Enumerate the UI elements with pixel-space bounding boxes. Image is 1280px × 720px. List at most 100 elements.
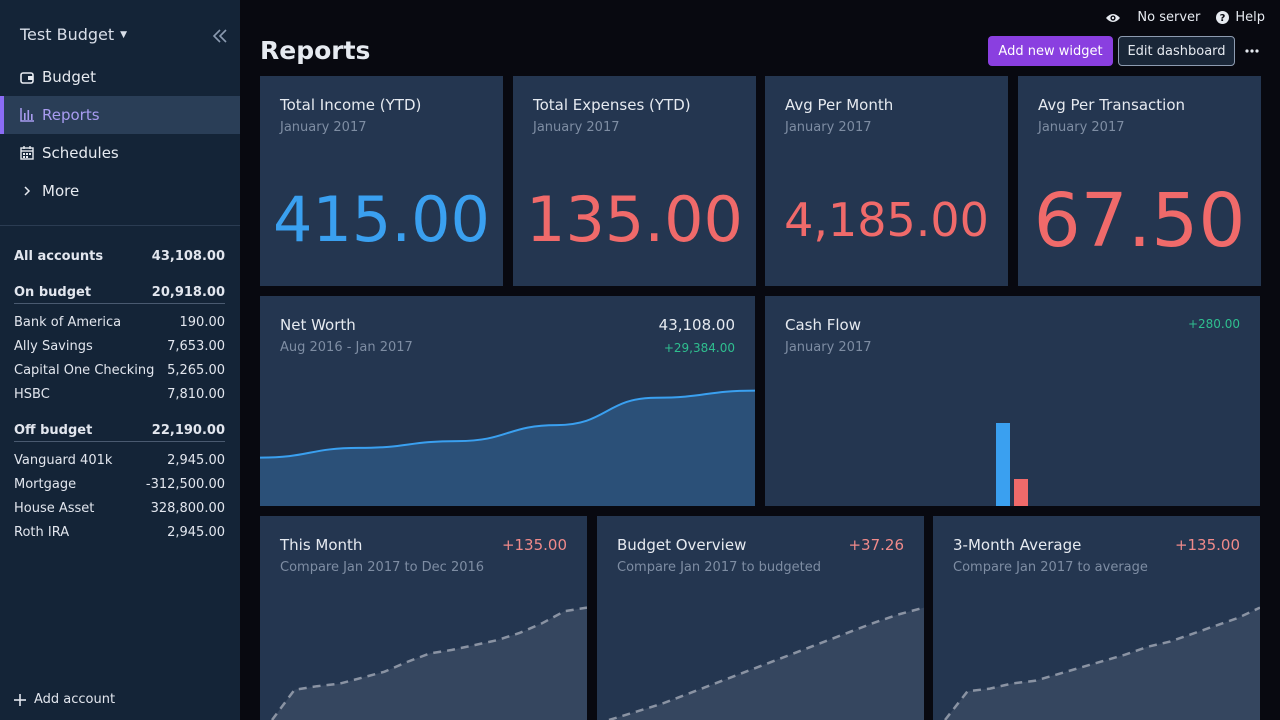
account-name: Mortgage [14, 476, 77, 492]
bar-chart-icon [20, 108, 34, 122]
three-month-change: +135.00 [1174, 536, 1240, 554]
avg-per-transaction-card[interactable]: Avg Per Transaction January 2017 67.50 [1018, 76, 1261, 286]
card-title: Total Expenses (YTD) [533, 96, 691, 114]
account-name: All accounts [14, 248, 104, 264]
card-subtitle: January 2017 [785, 120, 872, 135]
account-name: On budget [14, 285, 92, 300]
card-title: This Month [280, 536, 363, 554]
account-balance: 43,108.00 [151, 248, 225, 264]
three-month-average-card[interactable]: 3-Month Average Compare Jan 2017 to aver… [933, 516, 1260, 720]
chevron-right-icon [20, 184, 34, 198]
privacy-toggle[interactable] [1105, 12, 1121, 24]
app-window: Test Budget ▼ Budget Reports Schedules M… [0, 0, 1280, 720]
account-name: Vanguard 401k [14, 452, 113, 468]
page-title: Reports [260, 36, 371, 65]
account-name: Roth IRA [14, 524, 70, 540]
server-label: No server [1137, 10, 1201, 25]
account-balance: 190.00 [179, 314, 226, 330]
account-balance: -312,500.00 [145, 476, 225, 492]
account-balance: 22,190.00 [151, 423, 225, 438]
account-row-hsbc[interactable]: HSBC 7,810.00 [14, 382, 225, 406]
account-name: Bank of America [14, 314, 122, 330]
avg-per-month-card[interactable]: Avg Per Month January 2017 4,185.00 [765, 76, 1008, 286]
budget-overview-chart [597, 606, 924, 720]
eye-icon [1106, 13, 1121, 22]
add-account-button[interactable]: Add account [14, 692, 115, 707]
avg-month-value: 4,185.00 [784, 193, 989, 247]
add-widget-button[interactable]: Add new widget [988, 36, 1113, 66]
nav-label-reports: Reports [42, 106, 100, 124]
server-status[interactable]: No server [1137, 10, 1200, 25]
card-title: Budget Overview [617, 536, 747, 554]
calendar-icon [20, 146, 34, 160]
this-month-card[interactable]: This Month Compare Jan 2017 to Dec 2016 … [260, 516, 587, 720]
account-row-vanguard[interactable]: Vanguard 401k 2,945.00 [14, 448, 225, 472]
net-worth-change: +29,384.00 [663, 341, 735, 355]
budget-overview-change: +37.26 [848, 536, 904, 554]
collapse-sidebar-button[interactable] [210, 27, 230, 45]
card-title: Net Worth [280, 316, 356, 334]
account-name: Ally Savings [14, 338, 93, 354]
card-subtitle: January 2017 [280, 120, 367, 135]
on-budget-group[interactable]: On budget 20,918.00 [14, 282, 225, 304]
account-balance: 328,800.00 [150, 500, 225, 516]
card-title: Cash Flow [785, 316, 861, 334]
edit-dashboard-button[interactable]: Edit dashboard [1118, 36, 1235, 66]
account-row-ally-savings[interactable]: Ally Savings 7,653.00 [14, 334, 225, 358]
net-worth-chart [260, 389, 755, 506]
income-value: 415.00 [273, 183, 490, 256]
all-accounts-row[interactable]: All accounts 43,108.00 [14, 244, 225, 268]
account-balance: 2,945.00 [167, 524, 225, 540]
help-button[interactable]: ? Help [1216, 10, 1265, 25]
off-budget-group[interactable]: Off budget 22,190.00 [14, 420, 225, 442]
sidebar: Test Budget ▼ Budget Reports Schedules M… [0, 0, 240, 720]
account-name: House Asset [14, 500, 95, 516]
cash-flow-chart [996, 423, 1028, 506]
comparison-area [260, 607, 587, 720]
budget-name-label: Test Budget [20, 25, 115, 44]
card-subtitle: January 2017 [1038, 120, 1125, 135]
net-worth-card[interactable]: Net Worth Aug 2016 - Jan 2017 43,108.00 … [260, 296, 755, 506]
nav-label-more: More [42, 182, 80, 200]
budget-overview-card[interactable]: Budget Overview Compare Jan 2017 to budg… [597, 516, 924, 720]
card-subtitle: January 2017 [785, 340, 872, 355]
nav-item-more[interactable]: More [0, 172, 240, 210]
budget-name-dropdown[interactable]: Test Budget ▼ [20, 25, 127, 44]
help-label: Help [1235, 10, 1265, 25]
more-options-button[interactable] [1243, 42, 1261, 60]
card-subtitle: Compare Jan 2017 to Dec 2016 [280, 560, 485, 575]
account-row-bank-of-america[interactable]: Bank of America 190.00 [14, 310, 225, 334]
card-title: Avg Per Month [785, 96, 894, 114]
account-balance: 20,918.00 [151, 285, 225, 300]
account-balance: 5,265.00 [167, 362, 225, 378]
card-subtitle: Compare Jan 2017 to budgeted [617, 560, 822, 575]
nav-item-reports[interactable]: Reports [0, 96, 240, 134]
total-income-card[interactable]: Total Income (YTD) January 2017 415.00 [260, 76, 503, 286]
accounts-list: All accounts 43,108.00 On budget 20,918.… [14, 244, 225, 544]
card-title: Total Income (YTD) [280, 96, 422, 114]
nav-label-budget: Budget [42, 68, 96, 86]
account-name: HSBC [14, 386, 50, 402]
account-row-capital-one[interactable]: Capital One Checking 5,265.00 [14, 358, 225, 382]
nav-item-budget[interactable]: Budget [0, 58, 240, 96]
account-balance: 2,945.00 [167, 452, 225, 468]
avg-txn-value: 67.50 [1033, 178, 1246, 264]
this-month-chart [260, 606, 587, 720]
card-subtitle: Compare Jan 2017 to average [953, 560, 1148, 575]
card-subtitle: January 2017 [533, 120, 620, 135]
add-account-label: Add account [34, 692, 116, 707]
cash-flow-expense-bar [1014, 479, 1028, 506]
account-name: Capital One Checking [14, 362, 155, 378]
account-name: Off budget [14, 423, 93, 438]
card-subtitle: Aug 2016 - Jan 2017 [280, 340, 413, 355]
this-month-change: +135.00 [501, 536, 567, 554]
caret-down-icon: ▼ [120, 29, 128, 40]
sidebar-nav: Budget Reports Schedules More [0, 58, 240, 210]
account-row-mortgage[interactable]: Mortgage -312,500.00 [14, 472, 225, 496]
topbar: No server ? Help [1105, 10, 1265, 25]
total-expenses-card[interactable]: Total Expenses (YTD) January 2017 135.00 [513, 76, 756, 286]
nav-item-schedules[interactable]: Schedules [0, 134, 240, 172]
account-row-roth-ira[interactable]: Roth IRA 2,945.00 [14, 520, 225, 544]
cash-flow-card[interactable]: Cash Flow January 2017 +280.00 [765, 296, 1260, 506]
account-row-house-asset[interactable]: House Asset 328,800.00 [14, 496, 225, 520]
